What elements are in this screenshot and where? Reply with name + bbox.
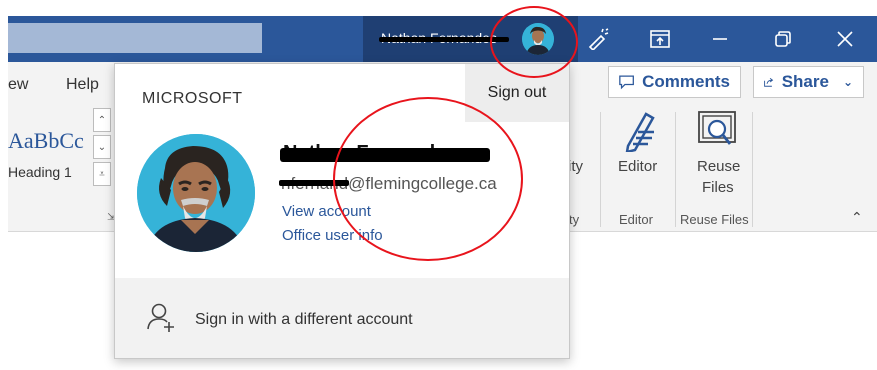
group-divider bbox=[675, 112, 676, 227]
sign-out-button[interactable]: Sign out bbox=[465, 64, 569, 122]
share-button[interactable]: Share ⌄ bbox=[753, 66, 864, 98]
partial-label-sensitivity: ity bbox=[568, 158, 583, 175]
tab-help[interactable]: Help bbox=[66, 76, 99, 94]
comments-button[interactable]: Comments bbox=[608, 66, 741, 98]
close-icon[interactable] bbox=[818, 16, 872, 62]
reuse-files-button[interactable]: Reuse Files bbox=[684, 108, 750, 208]
reuse-group-label: Reuse Files bbox=[680, 212, 749, 227]
comments-label: Comments bbox=[642, 72, 730, 91]
style-gallery-item[interactable]: AaBbCc Heading 1 bbox=[8, 108, 98, 196]
email-redaction bbox=[279, 180, 349, 186]
user-name-redaction bbox=[379, 37, 509, 42]
editor-label: Editor bbox=[618, 158, 658, 175]
style-sample: AaBbCc bbox=[8, 128, 84, 153]
editor-group-label: Editor bbox=[619, 212, 653, 227]
chevron-up-icon[interactable]: ⌃ bbox=[93, 108, 111, 132]
minimize-icon[interactable] bbox=[693, 16, 747, 62]
restore-icon[interactable] bbox=[756, 16, 810, 62]
style-name: Heading 1 bbox=[8, 164, 72, 180]
microsoft-label: MICROSOFT bbox=[142, 90, 243, 107]
partial-group-label: ty bbox=[569, 212, 580, 227]
coauthoring-icon[interactable] bbox=[571, 16, 625, 62]
share-icon bbox=[764, 78, 774, 87]
more-styles-icon[interactable]: ⩡ bbox=[93, 162, 111, 186]
title-avatar-icon[interactable] bbox=[522, 23, 554, 55]
comment-icon bbox=[619, 75, 634, 90]
style-gallery-scroll: ⌃ ⌄ ⩡ bbox=[93, 108, 111, 190]
sign-in-different-account-button[interactable]: Sign in with a different account bbox=[115, 278, 569, 358]
editor-pen-icon bbox=[625, 112, 655, 152]
chevron-down-icon[interactable]: ⌄ bbox=[93, 135, 111, 159]
chevron-down-icon: ⌄ bbox=[842, 75, 853, 89]
account-popup: MICROSOFT Sign out Nathan Fernandes nfer… bbox=[114, 63, 570, 359]
search-box[interactable] bbox=[8, 23, 262, 53]
account-avatar bbox=[137, 134, 255, 252]
group-divider bbox=[600, 112, 601, 227]
office-user-info-link[interactable]: Office user info bbox=[282, 227, 383, 244]
collapse-ribbon-icon[interactable]: ⌃ bbox=[851, 210, 863, 226]
account-button[interactable]: Nathan Fernandes bbox=[363, 16, 578, 62]
group-divider bbox=[752, 112, 753, 227]
reuse-label-2: Files bbox=[702, 179, 734, 196]
sign-in-different-label: Sign in with a different account bbox=[195, 311, 413, 328]
tab-view[interactable]: ew bbox=[8, 76, 28, 94]
title-bar: Nathan Fernandes bbox=[8, 16, 877, 62]
share-label: Share bbox=[781, 72, 829, 91]
name-redaction bbox=[280, 148, 490, 162]
sign-out-label: Sign out bbox=[487, 84, 547, 101]
ribbon-display-icon[interactable] bbox=[633, 16, 687, 62]
reuse-files-icon bbox=[698, 111, 736, 145]
view-account-link[interactable]: View account bbox=[282, 203, 371, 220]
word-window: Nathan Fernandes bbox=[0, 0, 877, 370]
add-person-icon bbox=[147, 303, 174, 332]
editor-button[interactable]: Editor bbox=[612, 108, 666, 208]
reuse-label-1: Reuse bbox=[697, 158, 741, 175]
